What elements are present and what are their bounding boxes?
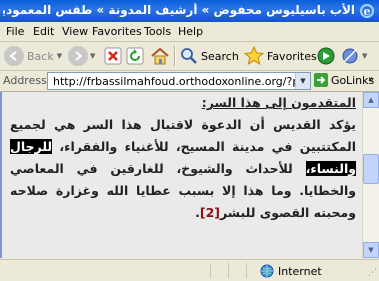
- search-label: Search: [201, 49, 239, 63]
- address-bar: Address http://frbassilmahfoud.orthodoxo…: [0, 71, 379, 92]
- menu-file[interactable]: File: [6, 25, 24, 38]
- zone-label: Internet: [278, 264, 322, 278]
- window-title: الأب باسيليوس محفوض » أرشيف المدونة » طق…: [3, 3, 355, 17]
- menu-edit[interactable]: Edit: [33, 25, 54, 38]
- toolbar: Back ▼ ▼ Search Favorites ▼: [0, 42, 379, 71]
- refresh-button[interactable]: [126, 45, 144, 67]
- scroll-down-icon[interactable]: ▼: [363, 242, 379, 258]
- ie-logo-icon: e: [359, 3, 375, 19]
- home-button[interactable]: [150, 45, 170, 67]
- menu-view[interactable]: View: [62, 25, 88, 38]
- menu-help[interactable]: Help: [178, 25, 203, 38]
- paragraph-part-2: للأحداث والشيوخ، للغارقين في المعاصي وال…: [10, 161, 356, 220]
- status-bar: Internet ⋰: [0, 259, 379, 281]
- forward-dropdown-icon: ▼: [90, 52, 96, 60]
- section-heading: المتقدمون إلى هذا السر:: [201, 95, 356, 110]
- resize-grip-icon[interactable]: ⋰: [368, 268, 377, 278]
- back-label: Back: [27, 49, 54, 63]
- refresh-icon: [126, 47, 144, 65]
- security-zone: Internet: [260, 264, 322, 278]
- history-button[interactable]: ▼: [340, 45, 367, 67]
- address-url: http://frbassilmahfoud.orthodoxonline.or…: [53, 74, 311, 88]
- vertical-scrollbar[interactable]: ▲ ▼: [362, 92, 379, 258]
- go-label: Go: [331, 73, 347, 87]
- article-body: المتقدمون إلى هذا السر: يؤكد القديس أن ا…: [10, 92, 356, 224]
- go-arrow-icon: [314, 73, 328, 87]
- media-icon: [317, 47, 335, 65]
- address-field[interactable]: http://frbassilmahfoud.orthodoxonline.or…: [47, 72, 311, 90]
- favorites-star-icon: [244, 46, 264, 66]
- menu-favorites[interactable]: Favorites: [92, 25, 142, 38]
- search-button[interactable]: Search: [180, 45, 239, 67]
- menu-bar: File Edit View Favorites Tools Help: [0, 22, 379, 42]
- media-button[interactable]: [316, 45, 336, 67]
- back-dropdown-icon: ▼: [56, 52, 63, 60]
- favorites-label: Favorites: [267, 49, 317, 63]
- go-button[interactable]: Go: [314, 73, 346, 87]
- favorites-button[interactable]: Favorites: [244, 45, 317, 67]
- footnote-link[interactable]: [2]: [200, 205, 220, 220]
- search-icon: [181, 48, 197, 64]
- back-arrow-icon: [4, 46, 24, 66]
- scroll-up-icon[interactable]: ▲: [363, 92, 379, 108]
- svg-text:e: e: [364, 5, 371, 18]
- address-label: Address: [3, 74, 47, 87]
- menu-tools[interactable]: Tools: [144, 25, 171, 38]
- back-button[interactable]: Back ▼: [4, 45, 62, 67]
- paragraph-part-1: يؤكد القديس أن الدعوة لاقتبال هذا السر ه…: [10, 117, 356, 154]
- globe-icon: [260, 264, 274, 278]
- forward-arrow-icon: [68, 46, 88, 66]
- history-dropdown-icon: ▼: [362, 52, 368, 60]
- stop-button[interactable]: [104, 45, 122, 67]
- forward-button[interactable]: ▼: [68, 45, 95, 67]
- title-bar: الأب باسيليوس محفوض » أرشيف المدونة » طق…: [0, 0, 379, 22]
- links-chevron-icon[interactable]: »: [368, 74, 374, 85]
- stop-icon: [104, 47, 122, 65]
- address-dropdown-icon[interactable]: ▼: [295, 73, 310, 89]
- home-icon: [151, 47, 169, 65]
- scroll-thumb[interactable]: [363, 154, 379, 184]
- history-icon: [342, 48, 358, 64]
- page-content: المتقدمون إلى هذا السر: يؤكد القديس أن ا…: [0, 92, 362, 258]
